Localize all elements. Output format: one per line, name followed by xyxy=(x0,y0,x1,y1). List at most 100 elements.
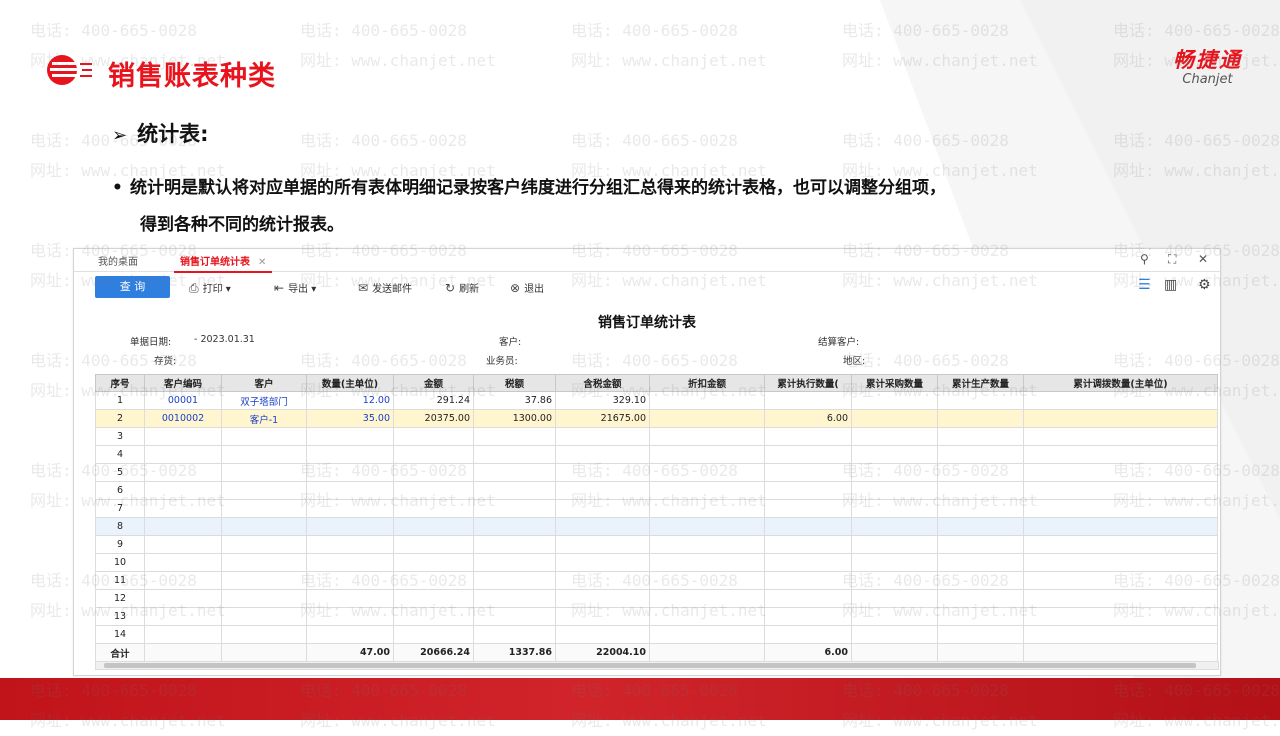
watermark-text: 网址: www.chanjet.net xyxy=(300,51,496,70)
table-cell: 20666.24 xyxy=(393,643,474,662)
chart-view-icon[interactable]: ▥ xyxy=(1164,277,1177,293)
table-cell xyxy=(1023,571,1218,590)
section-heading-text: 统计表: xyxy=(137,122,209,146)
scrollbar-thumb[interactable] xyxy=(104,663,1196,668)
table-cell xyxy=(649,589,765,608)
table-cell xyxy=(306,445,394,464)
column-header[interactable]: 序号 xyxy=(95,374,145,392)
table-row[interactable]: 4 xyxy=(95,445,1218,464)
tab-sales-order-stats[interactable]: 销售订单统计表 ✕ xyxy=(174,251,273,273)
tab-home[interactable]: 我的桌面 xyxy=(98,253,138,268)
table-cell: 6 xyxy=(95,481,145,500)
table-cell xyxy=(144,553,222,572)
table-row[interactable]: 13 xyxy=(95,607,1218,626)
watermark-text: 电话: 400-665-0028 xyxy=(571,131,738,150)
column-header[interactable]: 累计采购数量 xyxy=(851,374,938,392)
table-row[interactable]: 1 00001 双子塔部门 12.00 291.24 37.86 329.10 xyxy=(95,391,1218,410)
table-cell xyxy=(555,463,650,482)
table-cell xyxy=(555,445,650,464)
table-cell xyxy=(851,625,938,644)
table-cell: 1337.86 xyxy=(473,643,556,662)
print-button[interactable]: ⎙ 打印 ▾ xyxy=(189,280,231,296)
table-cell xyxy=(393,553,474,572)
table-cell xyxy=(393,481,474,500)
list-view-icon[interactable]: ☰ xyxy=(1138,277,1151,293)
table-row[interactable]: 10 xyxy=(95,553,1218,572)
table-cell xyxy=(306,499,394,518)
table-cell xyxy=(306,481,394,500)
table-cell: 3 xyxy=(95,427,145,446)
table-cell xyxy=(937,445,1024,464)
horizontal-scrollbar[interactable] xyxy=(95,661,1219,670)
table-cell xyxy=(393,517,474,536)
table-cell xyxy=(306,589,394,608)
table-cell xyxy=(1023,499,1218,518)
table-cell xyxy=(221,481,307,500)
table-cell xyxy=(649,391,765,410)
table-cell xyxy=(649,535,765,554)
table-cell xyxy=(473,571,556,590)
exit-icon: ⊗ xyxy=(510,281,521,295)
table-cell xyxy=(649,625,765,644)
table-row[interactable]: 2 0010002 客户-1 35.00 20375.00 1300.00 21675.00… xyxy=(95,409,1218,428)
table-cell xyxy=(1023,535,1218,554)
table-row[interactable]: 12 xyxy=(95,589,1218,608)
column-header[interactable]: 折扣金额 xyxy=(649,374,765,392)
table-cell xyxy=(306,553,394,572)
refresh-button[interactable]: ↻ 刷新 xyxy=(445,280,479,295)
table-cell xyxy=(144,625,222,644)
export-button[interactable]: ⇤ 导出 ▾ xyxy=(274,280,316,295)
settings-gear-icon[interactable]: ⚙ xyxy=(1198,277,1211,293)
table-cell xyxy=(851,409,938,428)
table-cell xyxy=(851,643,938,662)
column-header[interactable]: 含税金额 xyxy=(555,374,650,392)
table-cell xyxy=(764,499,852,518)
table-row[interactable]: 11 xyxy=(95,571,1218,590)
stats-table: 序号 客户编码 客户 数量(主单位) 金额 税额 含税金额 折扣金额 累计执行数量(累计采购数量… xyxy=(95,374,1218,662)
table-cell xyxy=(393,589,474,608)
exit-button[interactable]: ⊗ 退出 xyxy=(510,280,544,295)
table-cell xyxy=(555,481,650,500)
table-row[interactable]: 9 xyxy=(95,535,1218,554)
table-cell xyxy=(221,517,307,536)
column-header[interactable]: 客户编码 xyxy=(144,374,222,392)
table-cell xyxy=(1023,589,1218,608)
table-cell xyxy=(764,463,852,482)
table-row[interactable]: 5 xyxy=(95,463,1218,482)
table-row[interactable]: 8 xyxy=(95,517,1218,536)
table-cell xyxy=(764,427,852,446)
brand-name-cn: 畅捷通 xyxy=(1173,48,1242,72)
send-email-button[interactable]: ✉ 发送邮件 xyxy=(358,280,412,295)
table-cell xyxy=(649,553,765,572)
watermark-text: 网址: www.chanjet.net xyxy=(571,51,767,70)
column-header[interactable]: 税额 xyxy=(473,374,556,392)
table-cell xyxy=(937,481,1024,500)
table-cell xyxy=(649,643,765,662)
description-text-1: 统计明是默认将对应单据的所有表体明细记录按客户纬度进行分组汇总得来的统计表格，也… xyxy=(130,178,946,198)
total-row[interactable]: 合计 47.00 20666.24 1337.86 22004.10 6.00 xyxy=(95,643,1218,662)
search-icon[interactable]: ⚲ xyxy=(1140,252,1149,266)
column-header[interactable]: 金额 xyxy=(393,374,474,392)
table-cell xyxy=(937,535,1024,554)
column-header[interactable]: 累计生产数量 xyxy=(937,374,1024,392)
table-row[interactable]: 14 xyxy=(95,625,1218,644)
column-header[interactable]: 累计调拨数量(主单位) xyxy=(1023,374,1218,392)
query-button[interactable]: 查 询 xyxy=(95,276,170,298)
table-row[interactable]: 3 xyxy=(95,427,1218,446)
table-cell xyxy=(649,445,765,464)
table-cell xyxy=(764,625,852,644)
column-header[interactable]: 累计执行数量( xyxy=(764,374,852,392)
table-cell xyxy=(649,409,765,428)
maximize-icon[interactable]: ⛶ xyxy=(1168,252,1176,267)
table-cell xyxy=(764,517,852,536)
table-cell: 2 xyxy=(95,409,145,428)
doc-date-label: 单据日期: xyxy=(130,337,172,348)
tab-close-icon[interactable]: ✕ xyxy=(258,257,266,268)
table-row[interactable]: 6 xyxy=(95,481,1218,500)
column-header[interactable]: 客户 xyxy=(221,374,307,392)
close-icon[interactable]: ✕ xyxy=(1198,252,1208,266)
table-cell xyxy=(555,589,650,608)
table-row[interactable]: 7 xyxy=(95,499,1218,518)
column-header[interactable]: 数量(主单位) xyxy=(306,374,394,392)
table-cell xyxy=(221,607,307,626)
